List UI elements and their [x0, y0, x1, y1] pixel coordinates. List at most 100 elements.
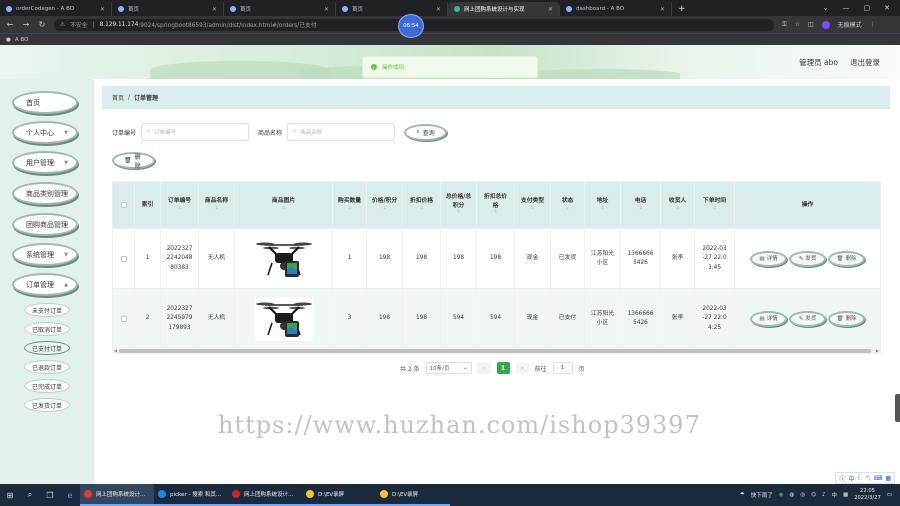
tray-app-icon[interactable]: ◎ — [800, 492, 805, 498]
weather-text[interactable]: 快下雨了 — [751, 491, 773, 499]
scroll-right-icon[interactable]: ▶ — [876, 348, 879, 353]
ship-button[interactable]: ✎ 发货 — [789, 311, 826, 327]
grid-icon[interactable]: ▦ — [885, 475, 891, 482]
forward-arrow-icon[interactable]: → — [22, 20, 30, 29]
sidebar-item-system[interactable]: 系统管理 ▼ — [12, 243, 78, 266]
header-price[interactable]: 价格/积分 ⇕ — [367, 182, 403, 228]
reload-icon[interactable]: ↻ — [38, 20, 46, 29]
header-product-name[interactable]: 商品名称 ⇕ — [199, 182, 235, 228]
tray-app-icon[interactable]: ◍ — [790, 492, 795, 498]
goto-page-input[interactable]: 1 — [552, 362, 573, 374]
menu-kebab-icon[interactable]: ⋮ — [870, 21, 876, 28]
punctuation-icon[interactable]: °, — [866, 475, 871, 482]
star-icon[interactable]: ☆ — [795, 21, 800, 28]
sidebar-item-users[interactable]: 用户管理 ▼ — [12, 151, 78, 174]
close-icon[interactable]: ✕ — [100, 6, 105, 13]
page-number-button[interactable]: 1 — [496, 362, 510, 374]
sidebar-item-personal[interactable]: 个人中心 ▼ — [12, 121, 78, 144]
checkbox[interactable] — [120, 256, 127, 262]
grid-icon[interactable]: ▦ — [843, 492, 848, 498]
ime-logo-icon[interactable]: ⓢ — [839, 474, 845, 483]
new-tab-button[interactable]: + — [672, 2, 692, 16]
checkbox[interactable] — [120, 202, 127, 208]
delete-button[interactable]: 🗑 删除 — [828, 311, 865, 327]
header-order-time[interactable]: 下单时间 ⇕ — [695, 182, 735, 228]
umbrella-icon[interactable]: ☂ — [740, 492, 745, 498]
header-discount-total[interactable]: 折扣总价格 ⇕ — [477, 182, 515, 228]
batch-delete-button[interactable]: 🗑 删除 — [112, 152, 155, 170]
input-lang[interactable]: 中 — [831, 491, 837, 499]
browser-tab-active[interactable]: 网上团购系统设计与实现 ✕ — [448, 2, 560, 16]
scroll-left-icon[interactable]: ◀ — [114, 348, 117, 353]
browser-tab[interactable]: 首页 ✕ — [224, 2, 336, 16]
detail-button[interactable]: ▤ 详情 — [750, 311, 787, 327]
search-icon[interactable]: ⌕ — [20, 484, 40, 506]
header-receiver[interactable]: 收货人 ⇕ — [661, 182, 695, 228]
close-icon[interactable]: ✕ — [436, 6, 441, 13]
wechat-icon[interactable]: ◉ — [779, 492, 784, 498]
sidebar-subitem-refunded[interactable]: 已退款订单 — [24, 360, 70, 374]
header-status[interactable]: 状态 ⇕ — [551, 182, 585, 228]
chevron-down-icon[interactable]: ⌄ — [823, 4, 829, 12]
minimize-icon[interactable]: — — [843, 4, 850, 12]
taskbar-app[interactable]: D:\EV录屏 — [302, 484, 376, 506]
header-order-no[interactable]: 订单编号 ⇕ — [161, 182, 199, 228]
page-size-select[interactable]: 10条/页 ⌄ — [425, 362, 472, 374]
browser-tab[interactable]: 首页 ✕ — [336, 2, 448, 16]
header-address[interactable]: 地址 ⇕ — [585, 182, 621, 228]
taskbar-app[interactable]: D:\EV录屏 — [376, 484, 450, 506]
windows-start-icon[interactable]: ⊞ — [0, 484, 20, 506]
order-no-input[interactable]: ⌕ 订单编号 — [141, 123, 250, 141]
sidebar-subitem-cancelled[interactable]: 已取消订单 — [24, 322, 70, 336]
key-icon[interactable]: ⚿ — [782, 21, 787, 29]
taskbar-app[interactable]: 网上团购系统设计... — [80, 484, 154, 506]
notification-icon[interactable]: ▭ — [887, 492, 892, 498]
sidebar-subitem-completed[interactable]: 已完成订单 — [24, 379, 70, 393]
close-icon[interactable]: ✕ — [324, 6, 329, 13]
header-product-image[interactable]: 商品图片 ⇕ — [235, 182, 333, 228]
back-arrow-icon[interactable]: ← — [6, 20, 14, 29]
query-button[interactable]: ⌕ 查询 — [404, 123, 448, 141]
sidebar-item-group-products[interactable]: 团购商品管理 — [12, 213, 78, 236]
header-phone[interactable]: 电话 ⇕ — [621, 182, 661, 228]
taskbar-app[interactable]: picker - 搜索 和其... — [154, 484, 228, 506]
sidebar-subitem-paid[interactable]: 已支付订单 — [24, 341, 70, 355]
bookmark-item[interactable]: A BO — [15, 37, 29, 43]
sidebar-item-orders[interactable]: 订单管理 ▲ — [12, 273, 78, 296]
header-select-all[interactable] — [113, 182, 135, 228]
drone-product-image[interactable] — [254, 297, 313, 341]
product-name-input[interactable]: ⌕ 商品名称 — [287, 123, 396, 141]
browser-tab[interactable]: dashboard - A BO ✕ — [560, 2, 672, 16]
close-icon[interactable]: ✕ — [212, 6, 217, 13]
sidebar-subitem-unpaid[interactable]: 未支付订单 — [24, 303, 70, 317]
header-discount-price[interactable]: 折扣价格 ⇕ — [403, 182, 441, 228]
network-icon[interactable]: ⌬ — [811, 492, 816, 498]
clock[interactable]: 22:05 2022/3/27 — [854, 488, 881, 502]
prev-page-button[interactable]: < — [477, 362, 491, 374]
header-qty[interactable]: 购买数量 ⇕ — [333, 182, 367, 228]
side-drawer-handle[interactable] — [895, 394, 900, 422]
sidepanel-icon[interactable]: ◫ — [808, 21, 814, 28]
header-pay-type[interactable]: 支付类型 ⇕ — [515, 182, 551, 228]
sidebar-item-home[interactable]: 首页 — [12, 91, 78, 114]
detail-button[interactable]: ▤ 详情 — [750, 251, 787, 267]
drone-product-image[interactable] — [254, 237, 313, 281]
keyboard-icon[interactable]: ⌨ — [874, 475, 883, 482]
delete-button[interactable]: 🗑 删除 — [828, 251, 865, 267]
volume-icon[interactable]: ♪ — [822, 492, 826, 498]
taskbar-app[interactable]: 网上团购系统设计... — [228, 484, 302, 506]
ime-lang[interactable]: 中 — [848, 474, 854, 483]
browser-tab[interactable]: orderCodegen - A BO ✕ — [0, 2, 112, 16]
sidebar-subitem-shipped[interactable]: 已发货订单 — [24, 398, 70, 412]
breadcrumb-home[interactable]: 首页 — [112, 93, 124, 102]
close-window-icon[interactable]: ✕ — [884, 4, 890, 12]
task-view-icon[interactable]: ❐ — [40, 484, 60, 506]
incognito-avatar-icon[interactable] — [821, 20, 830, 29]
profile-label[interactable]: 无痕模式 — [838, 20, 862, 29]
maximize-icon[interactable]: ▢ — [864, 4, 871, 12]
sidebar-item-categories[interactable]: 商品类别管理 — [12, 182, 78, 205]
ie-browser-icon[interactable]: e — [60, 484, 80, 506]
checkbox[interactable] — [120, 316, 127, 322]
close-icon[interactable]: ✕ — [660, 6, 665, 13]
header-total[interactable]: 总价格/总积分 ⇕ — [441, 182, 477, 228]
